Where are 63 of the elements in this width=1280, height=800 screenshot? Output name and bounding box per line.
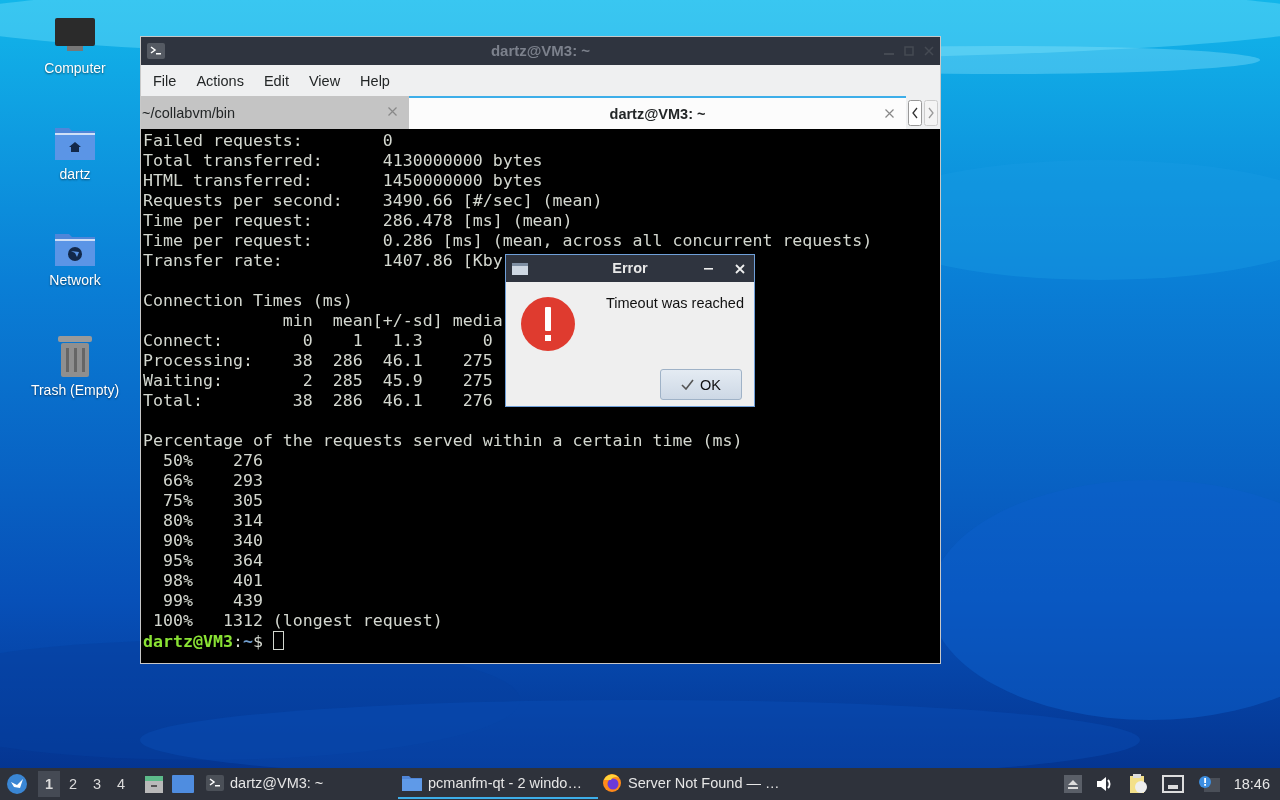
terminal-tab[interactable]: dartz@VM3: ~ xyxy=(409,96,906,129)
terminal-line: 98% 401 xyxy=(161,571,263,591)
terminal-line: Connection Times (ms) xyxy=(143,291,353,311)
prompt-user: dartz@VM3 xyxy=(143,632,233,652)
terminal-line: min mean[+/-sd] media xyxy=(281,311,503,331)
workspace-button[interactable]: 2 xyxy=(62,771,84,797)
taskbar-button[interactable]: dartz@VM3: ~ xyxy=(202,769,398,799)
terminal-line: 100% 1312 (longest request) xyxy=(152,611,443,631)
clock[interactable]: 18:46 xyxy=(1233,776,1270,792)
dialog-title: Error xyxy=(612,260,648,276)
dialog-message: Timeout was reached xyxy=(605,295,744,313)
terminal-line: Connect: 0 1 1.3 0 xyxy=(143,331,493,351)
terminal-line: Total transferred: 4130000000 bytes xyxy=(143,151,543,171)
terminal-line: HTML transferred: 1450000000 bytes xyxy=(143,171,543,191)
terminal-line: 75% 305 xyxy=(161,491,263,511)
terminal-icon xyxy=(206,775,224,791)
terminal-line: Waiting: 2 285 45.9 275 xyxy=(143,371,493,391)
window-icon xyxy=(512,262,528,275)
clipboard-icon[interactable] xyxy=(1127,774,1148,794)
file-cabinet-icon[interactable] xyxy=(144,774,164,794)
taskbar-button[interactable]: Server Not Found — … xyxy=(598,769,788,799)
terminal-line: Failed requests: 0 xyxy=(143,131,393,151)
menu-item[interactable]: View xyxy=(298,70,351,91)
terminal-line: Total: 38 286 46.1 276 xyxy=(143,391,493,411)
terminal-line: Percentage of the requests served within a certain time (ms) xyxy=(143,431,743,451)
workspace-button[interactable]: 4 xyxy=(110,771,132,797)
menu-item[interactable]: Actions xyxy=(186,70,254,91)
text-cursor xyxy=(272,631,284,650)
workspace-button[interactable]: 3 xyxy=(86,771,108,797)
error-icon xyxy=(520,296,576,352)
ok-button[interactable]: OK xyxy=(660,369,742,400)
prompt-separator: : xyxy=(232,632,243,652)
terminal-line: Transfer rate: 1407.86 [Kby xyxy=(143,251,503,271)
icon-label[interactable]: Network xyxy=(49,272,101,288)
terminal-line: Time per request: 0.286 [ms] (mean, across all concurrent requests) xyxy=(143,231,873,251)
taskbar-button[interactable]: pcmanfm-qt - 2 windo… xyxy=(398,769,598,799)
terminal-line: 99% 439 xyxy=(161,591,263,611)
terminal-tab[interactable]: ~/collabvm/bin xyxy=(141,96,409,129)
menu-item[interactable]: File xyxy=(143,70,187,91)
start-menu-icon[interactable] xyxy=(6,773,28,795)
network-icon[interactable] xyxy=(1161,775,1184,793)
chevron-left-icon[interactable] xyxy=(908,99,922,126)
icon-label[interactable]: Trash (Empty) xyxy=(30,382,120,398)
browser-icon xyxy=(602,773,622,793)
terminal-line: Processing: 38 286 46.1 275 xyxy=(143,351,493,371)
folder-icon xyxy=(402,775,422,791)
prompt-symbol: $ xyxy=(252,632,263,652)
notification-icon[interactable] xyxy=(1197,775,1220,793)
terminal-icon xyxy=(147,43,165,59)
terminal-line: 80% 314 xyxy=(161,511,263,531)
workspace-button[interactable]: 1 xyxy=(38,771,60,797)
terminal-line: 90% 340 xyxy=(161,531,263,551)
menu-item[interactable]: Help xyxy=(350,70,400,91)
terminal-line: 66% 293 xyxy=(161,471,263,491)
terminal-line: 95% 364 xyxy=(161,551,263,571)
checkmark-icon xyxy=(681,379,694,390)
menu-item[interactable]: Edit xyxy=(253,70,299,91)
window-title: dartz@VM3: ~ xyxy=(490,42,591,59)
eject-icon[interactable] xyxy=(1063,775,1082,793)
terminal-line: Time per request: 286.478 [ms] (mean) xyxy=(143,211,573,231)
prompt-path: ~ xyxy=(242,632,253,652)
terminal-line: Requests per second: 3490.66 [#/sec] (mean) xyxy=(143,191,603,211)
terminal-line: 50% 276 xyxy=(161,451,263,471)
